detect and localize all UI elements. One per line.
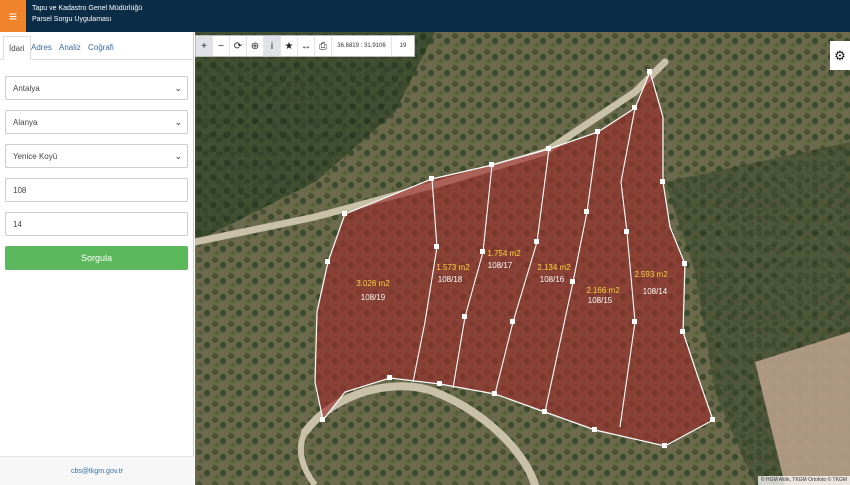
print-icon: ⎙: [319, 40, 327, 52]
parcel-id-label: 108/19: [361, 293, 386, 302]
parcel-value: 14: [13, 219, 22, 229]
parcel-area-label: 1.573 m2: [436, 263, 470, 272]
parcel-id-label: 108/18: [438, 275, 463, 284]
locate-icon: ⊕: [250, 40, 260, 52]
contact-email-link[interactable]: cbs@tkgm.gov.tr: [71, 468, 123, 475]
parcel-area-label: 2.593 m2: [634, 270, 668, 279]
parcel-input[interactable]: 14: [5, 212, 188, 236]
parcel-id-label: 108/16: [540, 275, 565, 284]
parcel-area-label: 2.134 m2: [537, 263, 571, 272]
menu-button[interactable]: ≡: [0, 0, 26, 32]
info-button[interactable]: i: [264, 36, 281, 56]
district-value: Alanya: [13, 117, 38, 127]
tab-adres[interactable]: Adres: [26, 36, 57, 60]
favorite-button[interactable]: ★: [281, 36, 298, 56]
province-value: Antalya: [13, 83, 40, 93]
app-name: Parsel Sorgu Uygulaması: [32, 16, 112, 23]
chevron-down-icon: ⌄: [174, 151, 182, 161]
tab-analiz[interactable]: Analiz: [54, 36, 86, 60]
locate-button[interactable]: ⊕: [247, 36, 264, 56]
header-titles: Tapu ve Kadastro Genel Müdürlüğü Parsel …: [32, 3, 142, 25]
district-select[interactable]: Alanya ⌄: [5, 110, 188, 134]
zoom-in-button[interactable]: +: [196, 36, 213, 56]
sidebar: İdari Adres Analiz Coğrafi Antalya ⌄ Ala…: [0, 32, 194, 485]
parcel-area-label: 3.026 m2: [356, 279, 390, 288]
zoom-out-icon: −: [218, 40, 224, 52]
measure-button[interactable]: ↔: [298, 36, 315, 56]
gear-icon: ⚙: [834, 47, 846, 63]
map-canvas: 3.026 m2 108/19 1.573 m2 108/18 1.754 m2…: [195, 32, 850, 485]
zoom-level: 19: [399, 43, 407, 49]
parcel-id-label: 108/14: [643, 287, 668, 296]
settings-button[interactable]: ⚙: [830, 41, 850, 70]
map-attribution: © HGM Altlık, TKGM Ortofoto © TKGM: [757, 476, 850, 485]
zoom-out-button[interactable]: −: [213, 36, 230, 56]
app-header: ≡ Tapu ve Kadastro Genel Müdürlüğü Parse…: [0, 0, 850, 32]
measure-icon: ↔: [301, 40, 311, 52]
sidebar-tabs: İdari Adres Analiz Coğrafi: [0, 36, 194, 60]
neighborhood-select[interactable]: Yenice Koyü ⌄: [5, 144, 188, 168]
block-value: 108: [13, 185, 27, 195]
province-select[interactable]: Antalya ⌄: [5, 76, 188, 100]
info-icon: i: [270, 40, 274, 52]
zoom-in-icon: +: [201, 40, 207, 52]
print-button[interactable]: ⎙: [315, 36, 332, 56]
map-toolbar: + − ⟳ ⊕ i ★ ↔ ⎙ 36.6819 : 31.9106 19: [195, 35, 415, 57]
neighborhood-value: Yenice Koyü: [13, 151, 58, 161]
parcel-id-label: 108/17: [488, 261, 513, 270]
chevron-down-icon: ⌄: [174, 83, 182, 93]
parcel-area-label: 1.754 m2: [487, 249, 521, 258]
tab-cografi[interactable]: Coğrafi: [83, 36, 119, 60]
parcel-id-label: 108/15: [588, 296, 613, 305]
hamburger-icon: ≡: [8, 8, 18, 24]
chevron-down-icon: ⌄: [174, 117, 182, 127]
org-name: Tapu ve Kadastro Genel Müdürlüğü: [32, 5, 143, 12]
query-button[interactable]: Sorgula: [5, 246, 188, 270]
map-view[interactable]: 3.026 m2 108/19 1.573 m2 108/18 1.754 m2…: [195, 32, 850, 485]
block-input[interactable]: 108: [5, 178, 188, 202]
refresh-button[interactable]: ⟳: [230, 36, 247, 56]
refresh-icon: ⟳: [233, 40, 243, 52]
sidebar-footer: cbs@tkgm.gov.tr: [0, 456, 194, 485]
star-icon: ★: [284, 40, 294, 52]
parcel-area-label: 2.166 m2: [586, 286, 620, 295]
coordinate-readout: 36.6819 : 31.9106: [332, 36, 392, 56]
